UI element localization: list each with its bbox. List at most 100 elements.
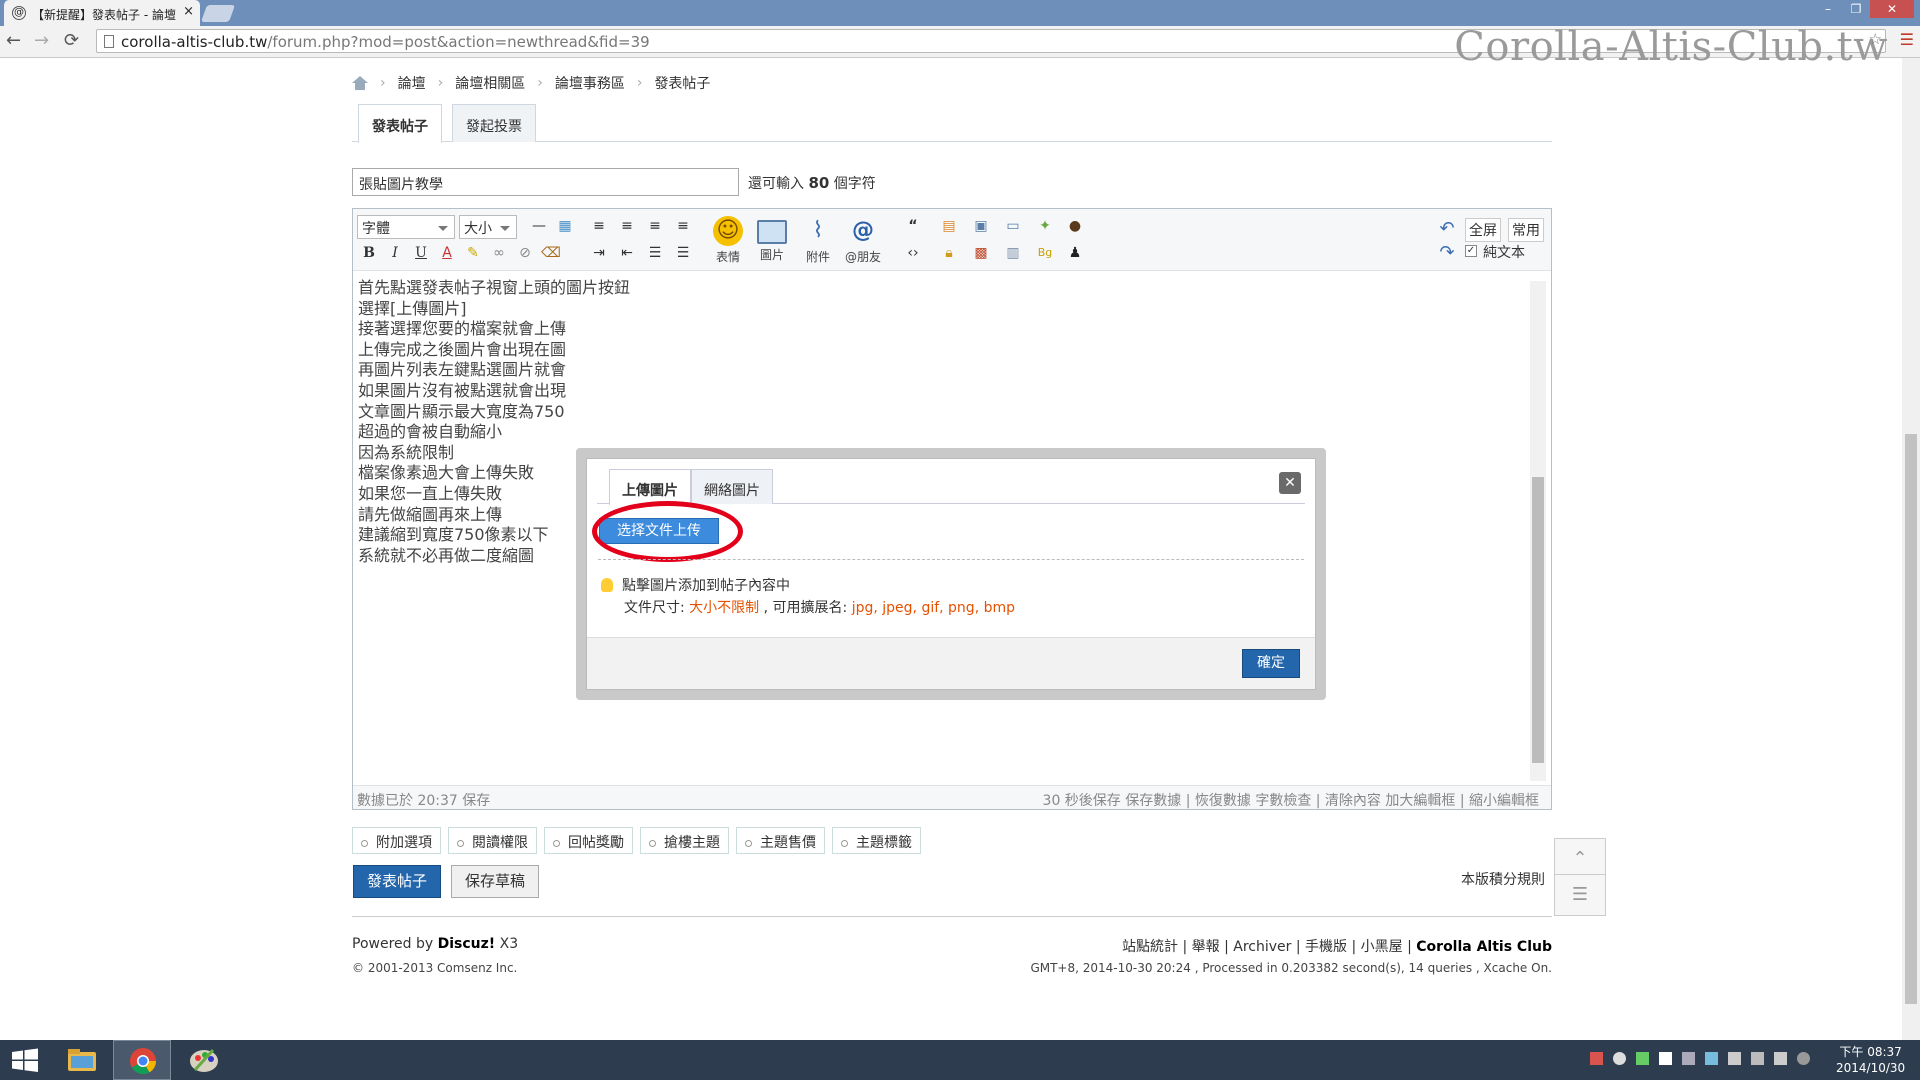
breadcrumb-section[interactable]: 論壇相關區 bbox=[455, 73, 525, 93]
taskbar-clock[interactable]: 下午 08:37 2014/10/30 bbox=[1836, 1044, 1905, 1076]
table-icon[interactable]: ▦ bbox=[555, 216, 575, 236]
tray-power-icon[interactable] bbox=[1797, 1052, 1810, 1065]
footer-link-report[interactable]: 舉報 bbox=[1192, 939, 1220, 955]
bg-icon[interactable]: Bg bbox=[1035, 243, 1055, 263]
chrome-menu-icon[interactable]: ☰ bbox=[1900, 30, 1914, 49]
tray-phone-icon[interactable] bbox=[1728, 1052, 1741, 1065]
breadcrumb-board[interactable]: 論壇事務區 bbox=[555, 73, 625, 93]
attachment-button[interactable]: ⌇ 附件 bbox=[796, 216, 840, 265]
discuz-link[interactable]: Discuz! bbox=[438, 936, 496, 952]
avatar-icon[interactable]: ● bbox=[1065, 216, 1085, 236]
breadcrumb-forum[interactable]: 論壇 bbox=[398, 73, 426, 93]
quote-icon[interactable]: “ bbox=[903, 216, 923, 236]
common-button[interactable]: 常用 bbox=[1508, 218, 1544, 242]
back-icon[interactable]: ← bbox=[6, 30, 21, 51]
list-icon[interactable]: ☰ bbox=[1554, 874, 1606, 916]
reload-icon[interactable]: ⟳ bbox=[64, 30, 79, 51]
tray-network-icon[interactable] bbox=[1751, 1052, 1764, 1065]
footer-link-archiver[interactable]: Archiver bbox=[1233, 939, 1291, 955]
dialog-divider bbox=[598, 559, 1304, 560]
taskbar-paint[interactable] bbox=[175, 1040, 233, 1080]
confirm-button[interactable]: 確定 bbox=[1242, 649, 1300, 678]
italic-button[interactable]: I bbox=[385, 243, 405, 263]
footer-link-stats[interactable]: 站點統計 bbox=[1122, 939, 1178, 955]
fullscreen-button[interactable]: 全屏 bbox=[1465, 218, 1501, 242]
link-icon[interactable]: ∞ bbox=[489, 243, 509, 263]
ordered-list-icon[interactable]: ☰ bbox=[645, 243, 665, 263]
unlink-icon[interactable]: ⊘ bbox=[515, 243, 535, 263]
tray-device-icon[interactable] bbox=[1682, 1052, 1695, 1065]
tab-new-thread[interactable]: 發表帖子 bbox=[358, 104, 442, 143]
undo-icon[interactable]: ↶ bbox=[1437, 219, 1457, 239]
option-reply-reward[interactable]: 回帖獎勵 bbox=[544, 827, 633, 854]
option-read-permission[interactable]: 閱讀權限 bbox=[448, 827, 537, 854]
footer-site-name[interactable]: Corolla Altis Club bbox=[1416, 939, 1552, 955]
char-count-prefix: 還可輸入 bbox=[748, 176, 804, 192]
submit-post-button[interactable]: 發表帖子 bbox=[353, 865, 441, 898]
font-size-select[interactable]: 大小 bbox=[459, 215, 517, 239]
taskbar-chrome[interactable] bbox=[113, 1040, 171, 1080]
plaintext-checkbox[interactable]: ✓ bbox=[1465, 245, 1477, 257]
credit-rules-link[interactable]: 本版積分規則 bbox=[1461, 869, 1545, 889]
forward-icon[interactable]: → bbox=[34, 30, 49, 51]
maximize-button[interactable]: ❐ bbox=[1842, 0, 1870, 18]
horizontal-rule-icon[interactable]: — bbox=[529, 216, 549, 236]
tab-web-image[interactable]: 網絡圖片 bbox=[691, 469, 773, 504]
minimize-button[interactable]: – bbox=[1814, 0, 1842, 18]
unordered-list-icon[interactable]: ☰ bbox=[673, 243, 693, 263]
columns-icon[interactable]: ▥ bbox=[1003, 243, 1023, 263]
indent-icon[interactable]: ⇥ bbox=[589, 243, 609, 263]
dialog-close-icon[interactable]: ✕ bbox=[1279, 472, 1301, 494]
footer-link-blackroom[interactable]: 小黑屋 bbox=[1361, 939, 1403, 955]
highlight-icon[interactable]: ✎ bbox=[463, 243, 483, 263]
hide-content-icon[interactable]: 🔒︎ bbox=[939, 243, 959, 263]
image-button[interactable]: 圖片 bbox=[750, 216, 794, 263]
tab-upload-image[interactable]: 上傳圖片 bbox=[609, 469, 691, 505]
mention-button[interactable]: @ @朋友 bbox=[841, 216, 885, 265]
home-icon[interactable] bbox=[352, 76, 368, 90]
align-justify-icon[interactable]: ≡ bbox=[673, 216, 693, 236]
editor-actions[interactable]: 30 秒後保存 保存數據 | 恢復數據 字數檢查 | 清除內容 加大編輯框 | … bbox=[1043, 790, 1539, 810]
subject-input[interactable]: 張貼圖片教學 bbox=[352, 168, 739, 196]
tray-flag-icon[interactable] bbox=[1659, 1052, 1672, 1065]
code-icon[interactable]: ‹› bbox=[903, 243, 923, 263]
free-tag-icon[interactable]: ▤ bbox=[939, 216, 959, 236]
bookmark-star-icon[interactable]: ☆ bbox=[1869, 30, 1882, 48]
editor-scrollbar[interactable] bbox=[1530, 281, 1546, 781]
font-family-select[interactable]: 字體 bbox=[357, 215, 455, 239]
editor-scrollbar-thumb[interactable] bbox=[1532, 477, 1544, 763]
font-color-button[interactable]: A bbox=[437, 243, 457, 263]
tray-usb-icon[interactable] bbox=[1705, 1052, 1718, 1065]
remove-format-icon[interactable]: ⌫ bbox=[541, 243, 561, 263]
qq-icon[interactable]: ♟ bbox=[1065, 243, 1085, 263]
tab-close-icon[interactable]: × bbox=[183, 4, 194, 19]
align-right-icon[interactable]: ≡ bbox=[645, 216, 665, 236]
option-tags[interactable]: 主題標籤 bbox=[832, 827, 921, 854]
outdent-icon[interactable]: ⇤ bbox=[617, 243, 637, 263]
footer-link-mobile[interactable]: 手機版 bbox=[1305, 939, 1347, 955]
redo-icon[interactable]: ↷ bbox=[1437, 243, 1457, 263]
magic-icon[interactable]: ✦ bbox=[1035, 216, 1055, 236]
tab-new-poll[interactable]: 發起投票 bbox=[452, 104, 536, 142]
option-extra[interactable]: 附加選項 bbox=[352, 827, 441, 854]
page-scrollbar-thumb[interactable] bbox=[1905, 434, 1917, 1004]
option-price[interactable]: 主題售價 bbox=[736, 827, 825, 854]
start-button[interactable] bbox=[0, 1040, 50, 1080]
tray-volume-icon[interactable] bbox=[1774, 1052, 1787, 1065]
page-break-icon[interactable]: ▭ bbox=[1003, 216, 1023, 236]
browser-tab[interactable]: @ 【新提醒】發表帖子 - 論壇 × bbox=[4, 0, 200, 26]
tray-cloud-icon[interactable] bbox=[1613, 1052, 1626, 1065]
tray-security-icon[interactable] bbox=[1636, 1052, 1649, 1065]
media-icon[interactable]: ▣ bbox=[971, 216, 991, 236]
emoticon-button[interactable]: ☺ 表情 bbox=[706, 216, 750, 265]
taskbar-explorer[interactable] bbox=[53, 1040, 111, 1080]
tray-app-icon[interactable] bbox=[1590, 1052, 1603, 1065]
save-draft-button[interactable]: 保存草稿 bbox=[451, 865, 539, 898]
close-window-button[interactable]: ✕ bbox=[1870, 0, 1914, 18]
align-left-icon[interactable]: ≡ bbox=[589, 216, 609, 236]
bold-button[interactable]: B bbox=[359, 243, 379, 263]
align-center-icon[interactable]: ≡ bbox=[617, 216, 637, 236]
option-floor-grab[interactable]: 搶樓主題 bbox=[640, 827, 729, 854]
underline-button[interactable]: U bbox=[411, 243, 431, 263]
flash-icon[interactable]: ▩ bbox=[971, 243, 991, 263]
